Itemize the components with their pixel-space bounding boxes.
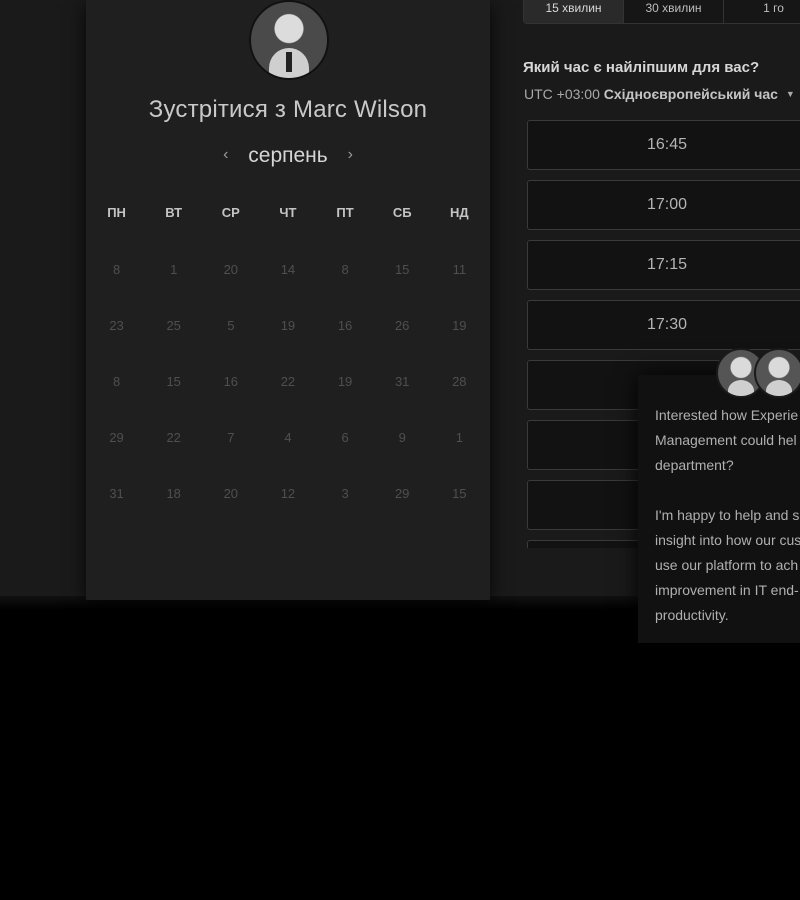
chat-message: Interested how Experie Management could … xyxy=(655,403,800,628)
weekday-label: НД xyxy=(449,205,469,220)
calendar-day: 14 xyxy=(280,262,296,277)
weekday-label: ВТ xyxy=(165,205,183,220)
avatar-body-shape xyxy=(766,380,792,396)
timezone-select[interactable]: UTC +03:00 Східноєвропейський час ▼ xyxy=(524,86,795,102)
calendar-week-row: 29 22 7 4 6 9 1 xyxy=(88,430,488,445)
chat-line: productivity. xyxy=(655,607,729,623)
chevron-right-icon[interactable]: › xyxy=(348,146,353,164)
calendar-day: 20 xyxy=(223,486,239,501)
tab-30-min[interactable]: 30 хвилин xyxy=(624,0,724,23)
tab-1-hour[interactable]: 1 го xyxy=(724,0,800,23)
time-picker-heading: Який час є найліпшим для вас? xyxy=(523,59,760,76)
calendar-day: 8 xyxy=(112,262,121,277)
weekday-label: ЧТ xyxy=(279,205,297,220)
time-slot-button[interactable]: 17:00 xyxy=(527,180,800,230)
calendar-day: 8 xyxy=(112,374,121,389)
calendar-day: 29 xyxy=(109,430,124,445)
weekday-label: СР xyxy=(221,205,240,220)
calendar-day: 23 xyxy=(109,318,124,333)
chat-line: Interested how Experie xyxy=(655,407,799,423)
month-label: серпень xyxy=(248,144,328,167)
calendar-day: 12 xyxy=(280,486,296,501)
calendar-day: 15 xyxy=(394,262,410,277)
calendar-day: 28 xyxy=(452,374,467,389)
calendar-day: 31 xyxy=(394,374,410,389)
calendar-day: 29 xyxy=(394,486,410,501)
calendar-day: 20 xyxy=(223,262,239,277)
calendar-day: 16 xyxy=(337,318,353,333)
calendar-day: 19 xyxy=(280,318,296,333)
calendar-day: 16 xyxy=(223,374,239,389)
chat-line: use our platform to ach xyxy=(655,557,799,573)
calendar-day: 1 xyxy=(170,262,178,277)
caret-down-icon: ▼ xyxy=(785,89,795,99)
calendar-day: 4 xyxy=(284,430,292,445)
calendar-day: 22 xyxy=(280,374,296,389)
calendar-day: 7 xyxy=(227,430,235,445)
calendar-day: 5 xyxy=(227,318,235,333)
time-slot-button[interactable]: 16:45 xyxy=(527,120,800,170)
calendar-day: 26 xyxy=(394,318,410,333)
calendar-day: 22 xyxy=(166,430,181,445)
calendar-week-row: 23 25 5 19 16 26 19 xyxy=(88,318,488,333)
month-navigation: ‹ серпень › xyxy=(86,144,490,168)
calendar-week-row: 31 18 20 12 3 29 15 xyxy=(88,486,488,501)
chat-line: insight into how our cus xyxy=(655,532,800,548)
duration-tabs: 15 хвилин 30 хвилин 1 го xyxy=(523,0,800,24)
weekday-label: СБ xyxy=(392,205,412,220)
calendar-day: 19 xyxy=(452,318,467,333)
chat-paragraph-gap xyxy=(655,478,800,503)
calendar-week-row: 8 15 16 22 19 31 28 xyxy=(88,374,488,389)
weekday-label: ПН xyxy=(107,205,126,220)
calendar-day: 25 xyxy=(166,318,181,333)
chat-line: improvement in IT end- xyxy=(655,582,799,598)
calendar-day: 8 xyxy=(341,262,349,277)
chat-agent-avatar xyxy=(754,348,800,398)
chat-line: department? xyxy=(655,457,734,473)
calendar-day: 11 xyxy=(452,262,467,277)
calendar-card xyxy=(86,0,490,600)
calendar-day: 1 xyxy=(455,430,463,445)
calendar-day: 15 xyxy=(166,374,181,389)
calendar-day: 19 xyxy=(337,374,353,389)
page: Зустрітися з Marc Wilson ‹ серпень › ПН … xyxy=(0,0,800,900)
timezone-name: Східноєвропейський час xyxy=(603,86,778,102)
calendar-day: 15 xyxy=(452,486,467,501)
time-slot-button[interactable]: 17:30 xyxy=(527,300,800,350)
calendar-day: 18 xyxy=(166,486,181,501)
chevron-left-icon[interactable]: ‹ xyxy=(223,146,228,164)
calendar-day: 3 xyxy=(341,486,349,501)
calendar-week-row: 8 1 20 14 8 15 11 xyxy=(88,262,488,277)
chat-line: I'm happy to help and s xyxy=(655,507,800,523)
host-avatar xyxy=(249,0,329,80)
weekday-label: ПТ xyxy=(336,205,354,220)
calendar-day: 6 xyxy=(341,430,349,445)
calendar-day: 31 xyxy=(109,486,124,501)
weekday-header: ПН ВТ СР ЧТ ПТ СБ НД xyxy=(88,205,488,220)
avatar-body-shape xyxy=(728,380,754,396)
time-slot-button[interactable]: 17:15 xyxy=(527,240,800,290)
avatar-tie-shape xyxy=(286,52,292,72)
tab-15-min[interactable]: 15 хвилин xyxy=(524,0,624,23)
calendar-day: 9 xyxy=(398,430,406,445)
chat-line: Management could hel xyxy=(655,432,797,448)
meeting-title: Зустрітися з Marc Wilson xyxy=(148,96,428,123)
timezone-offset: UTC +03:00 xyxy=(524,86,600,102)
